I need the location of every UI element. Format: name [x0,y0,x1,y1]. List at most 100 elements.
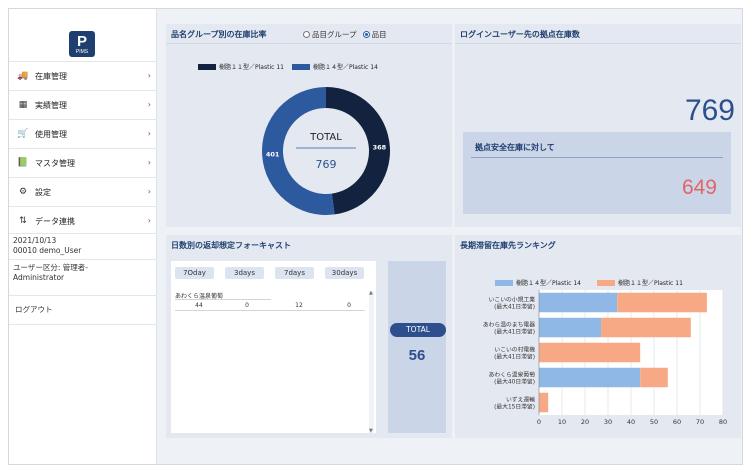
sidebar-item-settings[interactable]: ⚙ 設定 › [9,177,157,206]
chevron-right-icon: › [147,158,151,167]
forecast-table-area: 7Oday 3days 7days 30days あわくら温泉葡萄 44 0 1… [171,261,376,434]
safety-stock-value: 649 [681,176,717,199]
sidebar-item-label: 設定 [35,187,51,197]
bar-segment[interactable] [539,367,641,388]
safety-stock-title: 拠点安全在庫に対して [475,143,555,152]
donut-center-value: 769 [316,158,337,171]
site-stock-value: 769 [684,94,735,127]
truck-icon: 🚚 [17,71,29,81]
grid-icon: ▦ [18,100,28,110]
sidebar-nav: 🚚 在庫管理 › ▦ 実績管理 › 🛒 使用管理 › 📗 マスタ管理 › ⚙ 設… [9,61,157,235]
divider [175,299,271,300]
bar-segment[interactable] [539,292,618,313]
sidebar-item-results[interactable]: ▦ 実績管理 › [9,90,157,119]
divider [455,43,741,44]
tab-30days[interactable]: 30days [325,267,364,279]
x-tick-label: 40 [627,418,635,426]
sidebar-item-label: データ連携 [35,216,75,226]
chevron-right-icon: › [147,129,151,138]
donut-slice-label: 368 [373,143,387,151]
logout-link[interactable]: ログアウト [9,295,157,325]
safety-stock-box: 拠点安全在庫に対して 649 [463,132,731,214]
forecast-scrollbar[interactable]: ▲ ▼ [369,290,374,434]
bar-segment[interactable] [539,342,641,363]
x-tick-label: 50 [650,418,658,426]
table-cell: 12 [295,302,303,309]
forecast-total-value: 56 [408,347,426,364]
x-tick-label: 70 [696,418,704,426]
category-label: いこいの村電機 [494,346,535,354]
scroll-down-icon[interactable]: ▼ [369,428,373,434]
sidebar-item-label: 在庫管理 [35,71,67,81]
current-user: 00010 demo_User [13,246,82,255]
bar-segment[interactable] [640,367,668,388]
sidebar-item-label: 実績管理 [35,100,67,110]
bar-segment[interactable] [539,392,549,413]
long-stay-ranking-panel: 長期滞留在庫先ランキング 樹脂１４型／Plastic 14 樹脂１１型／Plas… [455,235,741,438]
sidebar-item-data-link[interactable]: ⇅ データ連携 › [9,206,157,235]
forecast-panel: 日数別の返却想定フォーキャスト 7Oday 3days 7days 30days… [166,235,452,438]
current-date: 2021/10/13 [13,236,57,245]
panel-title: ログインユーザー先の拠点在庫数 [460,30,580,39]
category-label: あわら温のまち電器 [483,321,535,329]
donut-chart: 368 401 TOTAL 769 [262,87,391,215]
site-stock-panel: ログインユーザー先の拠点在庫数 769 拠点安全在庫に対して 649 [455,24,741,227]
stock-ratio-panel: 品名グループ別の在庫比率 品目グループ 品目 樹脂１１型／Plastic 11 … [166,24,452,227]
category-label: (最大40日滞留) [494,378,535,386]
user-role-line2: Administrator [13,273,65,282]
donut-center-label: TOTAL [309,132,342,143]
table-cell: 44 [195,302,203,309]
panel-title: 日数別の返却想定フォーキャスト [171,241,291,250]
tab-3days[interactable]: 3days [225,267,264,279]
donut-slice-label: 401 [266,151,280,159]
app-frame: P PIMS 🚚 在庫管理 › ▦ 実績管理 › 🛒 使用管理 › 📗 マスタ管… [8,8,743,465]
sidebar-item-label: 使用管理 [35,129,67,139]
x-tick-label: 0 [537,418,541,426]
user-info: 2021/10/13 00010 demo_User ユーザー区分: 管理者- … [9,233,157,285]
swap-icon: ⇅ [19,216,27,226]
chevron-right-icon: › [147,216,151,225]
divider [471,157,723,158]
category-label: (最大41日滞留) [494,328,535,336]
category-label: いこいの小規工業 [489,296,536,304]
logo-sub: PIMS [75,49,89,55]
sidebar-item-master[interactable]: 📗 マスタ管理 › [9,148,157,177]
chevron-right-icon: › [147,71,151,80]
sidebar-item-label: マスタ管理 [35,158,75,168]
forecast-range-tabs: 7Oday 3days 7days 30days [175,267,364,279]
user-role-line1: ユーザー区分: 管理者- [13,263,88,272]
category-label: いずえ運輸 [506,396,535,404]
cart-icon: 🛒 [17,129,29,139]
bar-segment[interactable] [601,317,691,338]
x-tick-label: 10 [558,418,566,426]
divider [9,259,157,260]
gear-icon: ⚙ [18,187,28,197]
category-label: (最大41日滞留) [494,353,535,361]
app-logo[interactable]: P PIMS [69,31,95,57]
bar-segment[interactable] [539,317,602,338]
category-label: (最大15日滞留) [494,403,535,411]
sidebar-item-inventory[interactable]: 🚚 在庫管理 › [9,61,157,90]
category-label: あわくら温泉葡萄 [489,371,536,379]
x-tick-label: 20 [581,418,589,426]
x-tick-label: 80 [719,418,727,426]
table-cell: 0 [347,302,351,309]
bar-segment[interactable] [617,292,707,313]
scroll-up-icon[interactable]: ▲ [369,290,373,296]
x-tick-label: 30 [604,418,612,426]
table-cell: 0 [245,302,249,309]
book-icon: 📗 [17,158,29,168]
x-tick-label: 60 [673,418,681,426]
sidebar: P PIMS 🚚 在庫管理 › ▦ 実績管理 › 🛒 使用管理 › 📗 マスタ管… [9,9,157,464]
chevron-right-icon: › [147,100,151,109]
sidebar-item-usage[interactable]: 🛒 使用管理 › [9,119,157,148]
divider [175,310,365,311]
chevron-right-icon: › [147,187,151,196]
category-label: (最大41日滞留) [494,303,535,311]
tab-7days[interactable]: 7days [275,267,314,279]
total-badge: TOTAL [390,323,446,337]
ranking-bar-chart: 0 10 20 30 40 50 60 70 80いこいの小規工業(最大41日滞留)あわら温のま… [483,290,727,426]
logo-letter: P [76,33,87,50]
forecast-total-area: TOTAL 56 [388,261,446,433]
tab-7oday[interactable]: 7Oday [175,267,214,279]
